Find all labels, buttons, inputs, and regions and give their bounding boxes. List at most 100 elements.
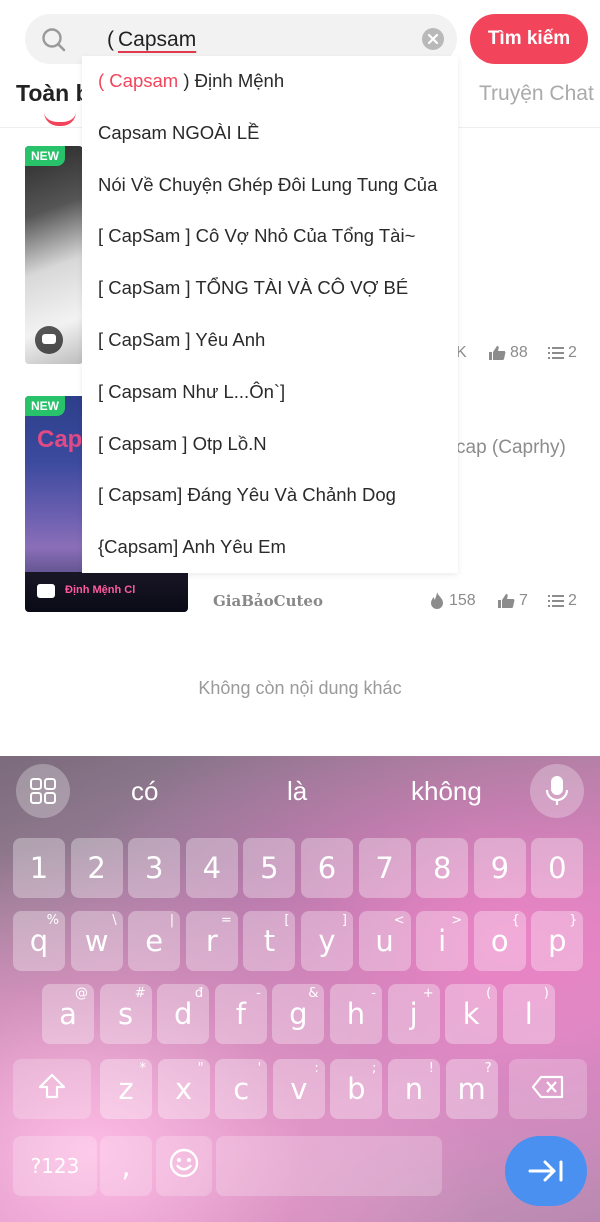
- key-s[interactable]: s #: [99, 984, 152, 1044]
- key-k[interactable]: k(: [445, 984, 498, 1044]
- result-author[interactable]: GiaBảoCuteo: [213, 592, 323, 610]
- suggestion-item[interactable]: ( Capsam ) Định Mệnh: [98, 70, 284, 92]
- key-secondary-label: {: [511, 913, 520, 928]
- key-d[interactable]: dđ: [157, 984, 210, 1044]
- key-secondary-label: =: [220, 913, 232, 928]
- key-h[interactable]: h-: [330, 984, 382, 1044]
- suggestion-item[interactable]: {Capsam] Anh Yêu Em: [98, 536, 286, 558]
- key-o[interactable]: o{: [473, 911, 526, 971]
- key-secondary-label: ;: [372, 1061, 377, 1076]
- key-f[interactable]: f-: [214, 984, 267, 1044]
- key-p[interactable]: p}: [531, 911, 584, 971]
- key-v[interactable]: v:: [272, 1059, 325, 1119]
- key-r[interactable]: r =: [185, 911, 238, 971]
- chat-bubble-icon: [35, 326, 63, 354]
- comma-key[interactable]: ,: [100, 1136, 152, 1196]
- key-label: 5: [260, 851, 279, 885]
- key-2[interactable]: 2: [70, 838, 123, 898]
- suggestion-item[interactable]: [ Capsam ] Otp Lồ.N: [98, 433, 267, 455]
- enter-key[interactable]: [505, 1136, 587, 1206]
- list-icon: [548, 346, 564, 360]
- key-label: g: [289, 997, 308, 1031]
- key-q[interactable]: q%: [13, 911, 65, 971]
- suggestion-item[interactable]: [ Capsam Như L...Ôn`]: [98, 381, 285, 403]
- key-z[interactable]: z *: [100, 1059, 152, 1119]
- keyboard-suggestion[interactable]: là: [287, 776, 307, 807]
- emoji-key[interactable]: [156, 1136, 212, 1196]
- key-5[interactable]: 5: [243, 838, 296, 898]
- key-secondary-label: ': [257, 1061, 262, 1076]
- keyboard-suggestion-bar: có là không: [0, 756, 600, 826]
- key-e[interactable]: e |: [128, 911, 181, 971]
- suggestion-item[interactable]: Capsam NGOÀI LỀ: [98, 122, 259, 144]
- key-i[interactable]: i >: [416, 911, 469, 971]
- result-cover-image[interactable]: NEW: [25, 146, 83, 364]
- keyboard-menu-button[interactable]: [16, 764, 70, 818]
- key-l[interactable]: l): [502, 984, 555, 1044]
- cover-caption-bar: Định Mệnh Cl: [25, 572, 188, 612]
- key-j[interactable]: j +: [387, 984, 440, 1044]
- suggestion-text: [ CapSam ] TỔNG TÀI VÀ CÔ VỢ BÉ: [98, 277, 409, 299]
- key-t[interactable]: t[: [243, 911, 296, 971]
- key-0[interactable]: 0: [531, 838, 584, 898]
- tab-all[interactable]: Toàn b: [16, 80, 90, 107]
- suggestion-text: [ CapSam ] Yêu Anh: [98, 329, 266, 350]
- suggestion-item[interactable]: [ CapSam ] TỔNG TÀI VÀ CÔ VỢ BÉ: [98, 277, 408, 299]
- new-badge: NEW: [25, 146, 65, 166]
- key-9[interactable]: 9: [473, 838, 526, 898]
- key-secondary-label: \: [112, 913, 117, 928]
- backspace-key[interactable]: [509, 1059, 587, 1119]
- key-7[interactable]: 7: [358, 838, 411, 898]
- chapters-stat: 2: [548, 592, 577, 610]
- key-label: b: [347, 1072, 366, 1106]
- emoji-icon: [168, 1147, 200, 1186]
- suggestion-item[interactable]: Nói Về Chuyện Ghép Đôi Lung Tung Của: [98, 174, 437, 196]
- key-a[interactable]: a @: [42, 984, 94, 1044]
- chat-bubble-icon: [37, 584, 55, 598]
- search-input-paren: (: [107, 28, 114, 51]
- key-3[interactable]: 3: [128, 838, 181, 898]
- result-author-tail: cap (Caprhy): [456, 437, 566, 458]
- key-x[interactable]: x ": [157, 1059, 210, 1119]
- keyboard-suggestion[interactable]: không: [411, 776, 482, 807]
- key-y[interactable]: y]: [301, 911, 353, 971]
- suggestion-item[interactable]: [ Capsam] Đáng Yêu Và Chảnh Dog: [98, 484, 396, 506]
- key-1[interactable]: 1: [13, 838, 65, 898]
- fire-icon: [429, 592, 445, 610]
- tab-chat-stories[interactable]: Truyện Chat: [479, 82, 594, 106]
- backspace-icon: [531, 1072, 565, 1106]
- key-c[interactable]: c ': [215, 1059, 268, 1119]
- space-key[interactable]: [216, 1136, 442, 1196]
- end-of-results-text: Không còn nội dung khác: [198, 678, 402, 698]
- suggestion-text: [ Capsam Như L...Ôn`]: [98, 380, 286, 402]
- shift-key[interactable]: [13, 1059, 91, 1119]
- key-b[interactable]: b;: [330, 1059, 383, 1119]
- key-u[interactable]: u <: [358, 911, 411, 971]
- key-n[interactable]: n!: [388, 1059, 440, 1119]
- suggestion-item[interactable]: [ CapSam ] Yêu Anh: [98, 329, 265, 351]
- key-label: y: [318, 924, 336, 958]
- key-label: j: [409, 997, 418, 1031]
- key-m[interactable]: m?: [445, 1059, 498, 1119]
- key-8[interactable]: 8: [416, 838, 469, 898]
- key-g[interactable]: g &: [272, 984, 325, 1044]
- numbers-mode-key[interactable]: ?123: [13, 1136, 97, 1196]
- key-label: v: [290, 1072, 308, 1106]
- search-button[interactable]: Tìm kiếm: [470, 14, 588, 64]
- key-w[interactable]: w \: [70, 911, 123, 971]
- keyboard-suggestion[interactable]: có: [131, 776, 158, 807]
- key-secondary-label: *: [139, 1061, 147, 1076]
- suggestion-item[interactable]: [ CapSam ] Cô Vợ Nhỏ Của Tổng Tài~: [98, 225, 415, 247]
- tab-active-indicator: [44, 112, 76, 126]
- search-input[interactable]: (Capsam: [107, 27, 196, 53]
- key-label: 7: [375, 851, 394, 885]
- key-label: 4: [202, 851, 222, 885]
- voice-input-button[interactable]: [530, 764, 584, 818]
- clear-icon[interactable]: [422, 28, 444, 50]
- suggestion-text: [ Capsam ] Otp Lồ.N: [98, 432, 267, 454]
- key-4[interactable]: 4: [185, 838, 238, 898]
- likes-count: 7: [519, 592, 528, 609]
- key-secondary-label: ": [197, 1061, 204, 1076]
- key-6[interactable]: 6: [301, 838, 353, 898]
- key-label: n: [404, 1072, 424, 1106]
